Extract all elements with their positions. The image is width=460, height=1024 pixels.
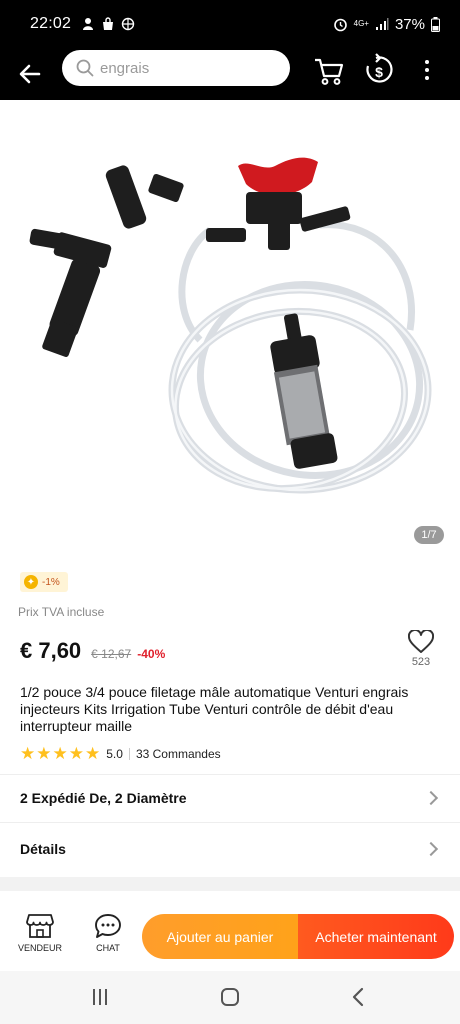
status-bar: 22:02 4G+ 37% bbox=[0, 0, 460, 48]
divider bbox=[0, 822, 460, 823]
vendor-label: VENDEUR bbox=[17, 943, 62, 953]
orders-count: 33 Commandes bbox=[135, 746, 221, 761]
chevron-left-icon bbox=[352, 987, 364, 1007]
more-options-button[interactable] bbox=[416, 54, 438, 86]
coin-icon: ✦ bbox=[24, 575, 38, 589]
status-time: 22:02 bbox=[30, 15, 72, 32]
rating-row[interactable]: ★ ★ ★ ★ ★ 5.0 33 Commandes bbox=[20, 745, 221, 762]
rating-value: 5.0 bbox=[106, 746, 123, 761]
section-separator bbox=[0, 877, 460, 891]
back-button[interactable] bbox=[0, 48, 60, 100]
globe-notification-icon bbox=[121, 17, 135, 31]
status-system-icons: 4G+ 37% bbox=[333, 16, 440, 33]
shopping-cart-icon bbox=[315, 58, 344, 85]
star-icon: ★ bbox=[52, 744, 68, 763]
coins-button[interactable]: $ bbox=[362, 52, 396, 88]
vendor-button[interactable]: VENDEUR bbox=[16, 913, 64, 953]
chat-bubble-icon bbox=[95, 914, 121, 938]
coin-discount-badge[interactable]: ✦ -1% bbox=[20, 572, 68, 592]
cart-button[interactable] bbox=[312, 54, 346, 88]
divider bbox=[0, 774, 460, 775]
home-button[interactable] bbox=[218, 985, 242, 1009]
variant-selector-label: 2 Expédié De, 2 Diamètre bbox=[20, 790, 187, 806]
details-label: Détails bbox=[20, 841, 66, 857]
chevron-right-icon bbox=[423, 841, 439, 857]
search-bar[interactable] bbox=[62, 50, 290, 86]
system-navigation-bar bbox=[0, 971, 460, 1024]
tax-note: Prix TVA incluse bbox=[18, 605, 105, 619]
star-icon: ★ bbox=[68, 744, 84, 763]
coin-discount-text: -1% bbox=[42, 576, 60, 588]
chat-button[interactable]: CHAT bbox=[86, 913, 130, 953]
price-row: € 7,60 € 12,67 -40% bbox=[20, 638, 165, 664]
chevron-right-icon bbox=[423, 790, 439, 806]
recent-apps-button[interactable] bbox=[88, 985, 112, 1009]
person-notification-icon bbox=[83, 18, 94, 30]
coin-dollar-icon: $ bbox=[366, 53, 393, 83]
wishlist-button[interactable]: 523 bbox=[404, 630, 438, 668]
discount-percent: -40% bbox=[137, 647, 166, 661]
dot-icon bbox=[425, 76, 429, 80]
variant-selector-row[interactable]: 2 Expédié De, 2 Diamètre bbox=[20, 790, 440, 806]
venturi-kit-illustration bbox=[29, 157, 432, 494]
signal-icon bbox=[375, 18, 389, 30]
dot-icon bbox=[425, 60, 429, 64]
star-rating: ★ ★ ★ ★ ★ bbox=[20, 745, 100, 762]
status-notification-icons bbox=[81, 17, 135, 31]
search-input[interactable] bbox=[100, 59, 270, 77]
alarm-icon bbox=[333, 18, 347, 31]
svg-text:$: $ bbox=[375, 64, 383, 80]
product-title: 1/2 pouce 3/4 pouce filetage mâle automa… bbox=[20, 684, 409, 734]
add-to-cart-button[interactable]: Ajouter au panier bbox=[142, 914, 298, 959]
search-icon bbox=[76, 59, 94, 77]
heart-icon bbox=[408, 630, 434, 653]
chat-label: CHAT bbox=[96, 943, 120, 953]
rating-divider bbox=[128, 747, 130, 760]
recent-apps-icon bbox=[93, 989, 107, 1005]
star-icon: ★ bbox=[85, 744, 101, 763]
current-price: € 7,60 bbox=[20, 638, 82, 663]
star-icon: ★ bbox=[20, 744, 36, 763]
network-type: 4G+ bbox=[353, 19, 369, 28]
details-row[interactable]: Détails bbox=[20, 841, 440, 857]
product-image[interactable] bbox=[0, 100, 460, 558]
arrow-left-icon bbox=[19, 64, 41, 84]
home-icon bbox=[221, 988, 239, 1006]
bottom-action-bar: VENDEUR CHAT Ajouter au panier Acheter m… bbox=[0, 891, 460, 971]
back-nav-button[interactable] bbox=[346, 985, 370, 1009]
dot-icon bbox=[425, 68, 429, 72]
battery-icon bbox=[431, 16, 440, 32]
image-counter: 1/7 bbox=[414, 526, 444, 544]
battery-percent: 37% bbox=[394, 15, 425, 33]
buy-now-button[interactable]: Acheter maintenant bbox=[298, 914, 454, 959]
original-price: € 12,67 bbox=[91, 647, 132, 661]
top-bar: $ bbox=[0, 48, 460, 100]
store-icon bbox=[26, 914, 54, 938]
wishlist-count: 523 bbox=[411, 656, 431, 668]
shopping-bag-notification-icon bbox=[103, 17, 114, 30]
star-icon: ★ bbox=[36, 744, 52, 763]
